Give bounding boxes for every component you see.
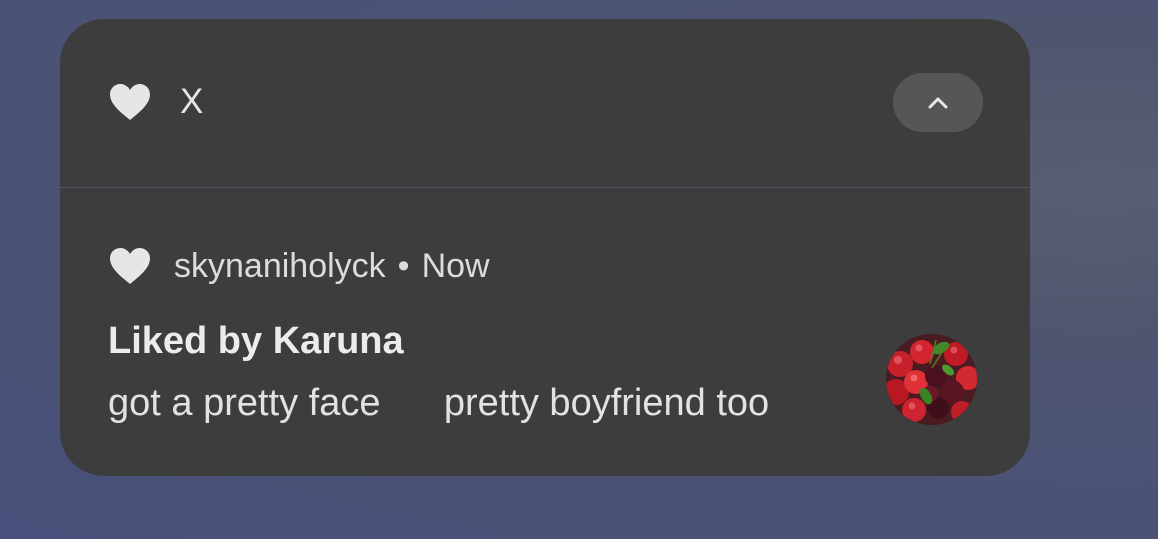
sender-name: skynaniholyck [174, 247, 386, 285]
collapse-button[interactable] [893, 73, 983, 132]
message-meta: skynaniholyck • Now [174, 246, 490, 286]
separator-dot: • [397, 247, 410, 285]
chevron-up-icon [928, 97, 948, 108]
divider [60, 187, 1030, 188]
heart-icon [109, 83, 151, 121]
heart-icon [109, 247, 151, 285]
message-title: Liked by Karuna [108, 320, 404, 362]
notification-header[interactable]: X [60, 19, 1030, 187]
app-name: X [180, 82, 204, 121]
message-text: got a pretty face pretty boyfriend too [108, 382, 770, 424]
timestamp: Now [421, 247, 490, 285]
cherries-avatar [886, 334, 977, 425]
notification-card[interactable]: X skynaniholyck • Now Liked by Karuna got … [60, 19, 1030, 476]
